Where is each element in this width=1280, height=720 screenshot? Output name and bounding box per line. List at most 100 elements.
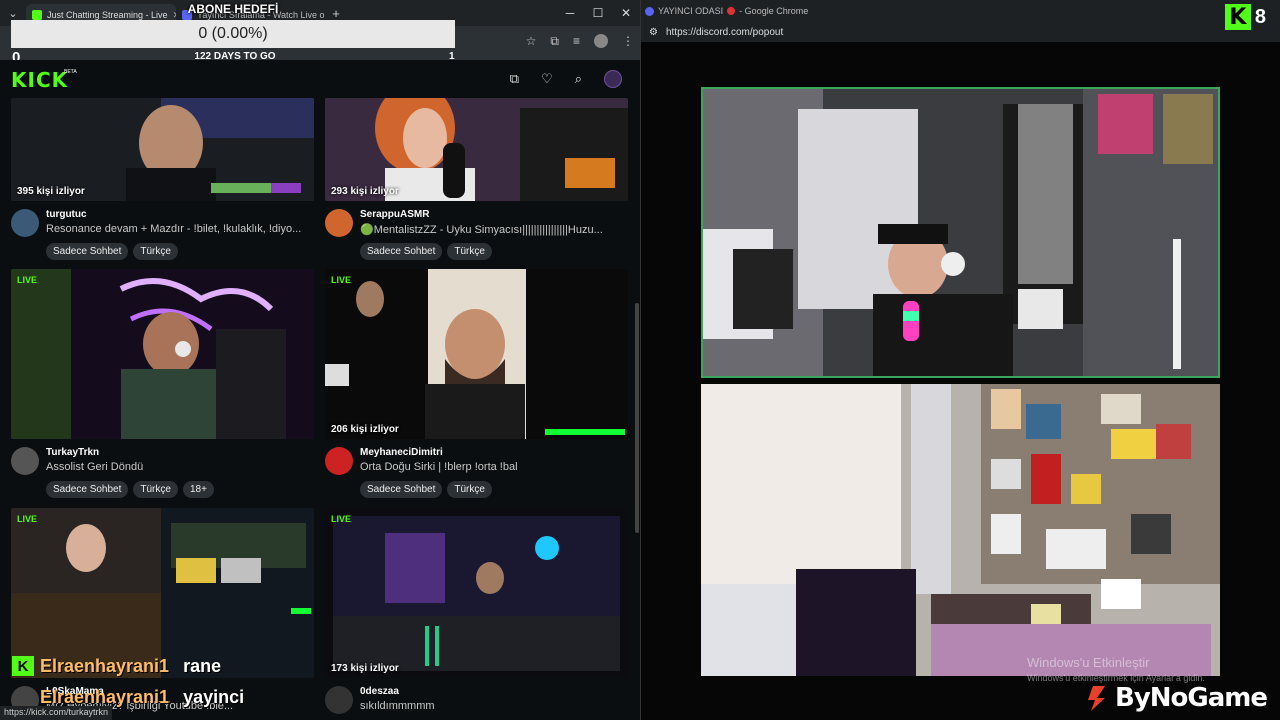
search-icon[interactable]: ⌕ (575, 71, 582, 87)
sub-goal-progress-text: 0 (0.00%) (198, 25, 268, 42)
tag-list: Sadece Sohbet Türkçe 18+ (46, 481, 214, 498)
menu-kebab-icon[interactable]: ⋮ (622, 34, 634, 49)
channel-avatar[interactable] (11, 209, 39, 237)
popout-url: https://discord.com/popout (665, 26, 784, 38)
stream-title[interactable]: Resonance devam + Mazdır - !bilet, !kula… (46, 223, 314, 235)
minimize-icon[interactable]: ─ (556, 6, 584, 20)
channel-avatar[interactable] (325, 209, 353, 237)
status-bar-url: https://kick.com/turkaytrkn (0, 706, 113, 720)
stream-thumbnail[interactable]: LIVE 206 kişi izliyor (325, 269, 628, 439)
maximize-icon[interactable]: ☐ (584, 6, 612, 20)
stream-meta: TurkayTrkn Assolist Geri Döndü Sadece So… (11, 439, 314, 507)
media-control-icon[interactable]: ≡ (573, 34, 580, 49)
kick-counter-value: 8 (1254, 5, 1266, 28)
stream-thumbnail[interactable]: LIVE (11, 269, 314, 439)
channel-name[interactable]: turgutuc (46, 209, 87, 220)
site-settings-icon[interactable]: ⚙ (649, 27, 658, 38)
discord-favicon-icon (645, 6, 654, 16)
stream-title[interactable]: Orta Doğu Sirki | !blerp !orta !bal (360, 461, 628, 473)
channel-name[interactable]: 0deszaa (360, 686, 399, 697)
stream-thumbnail[interactable]: 395 kişi izliyor (11, 98, 314, 201)
viewer-count: 206 kişi izliyor (331, 424, 399, 435)
stream-title[interactable]: 🟢MentalistzZZ - Uyku Simyacısı||||||||||… (360, 223, 628, 236)
profile-avatar-icon[interactable] (594, 34, 608, 48)
alert-suffix: yayinci (183, 686, 245, 707)
channel-avatar[interactable] (325, 686, 353, 714)
viewer-count: 395 kişi izliyor (17, 186, 85, 197)
channel-name[interactable]: SerappuASMR (360, 209, 429, 220)
live-badge: LIVE (17, 514, 38, 524)
windows-activation-subtitle: Windows'u etkinleştirmek için Ayarlar'a … (1027, 673, 1205, 683)
tag[interactable]: Türkçe (133, 481, 178, 498)
tag[interactable]: 18+ (182, 481, 214, 498)
webcam-tile[interactable] (701, 384, 1220, 676)
thumbnail-scene (325, 508, 628, 678)
stream-meta: turgutuc Resonance devam + Mazdır - !bil… (11, 201, 314, 269)
stream-card[interactable]: LIVE 173 kişi izliyor 0deszaa sıkıldımmm… (325, 508, 628, 720)
bynogame-flame-icon (1088, 686, 1105, 711)
tag[interactable]: Sadece Sohbet (360, 481, 443, 498)
channel-avatar[interactable] (11, 447, 39, 475)
stream-thumbnail[interactable]: 293 kişi izliyor (325, 98, 628, 201)
tag[interactable]: Sadece Sohbet (46, 481, 129, 498)
bynogame-logo: ByNoGame (1085, 683, 1268, 713)
live-badge: LIVE (331, 514, 352, 524)
scrollbar-thumb[interactable] (635, 303, 639, 533)
window-app-name: - Google Chrome (739, 6, 809, 16)
right-browser-window: YAYINCI ODASI - Google Chrome ⚙ https://… (641, 0, 1280, 720)
kick-header: KICK BETA ⧉ ♡ ⌕ (0, 60, 640, 98)
toolbar-icons: ☆ ⧉ ≡ ⋮ (526, 34, 634, 49)
window-controls: ─ ☐ ✕ (556, 6, 640, 20)
live-badge: LIVE (17, 275, 38, 285)
window-title: YAYINCI ODASI (658, 6, 724, 16)
stream-card[interactable]: 395 kişi izliyor turgutuc Resonance deva… (11, 98, 314, 269)
discord-title-bar: YAYINCI ODASI - Google Chrome (641, 0, 1280, 22)
kick-beta-label: BETA (64, 69, 77, 75)
stream-meta: MeyhaneciDimitri Orta Doğu Sirki | !bler… (325, 439, 628, 507)
tag-list: Sadece Sohbet Türkçe (46, 243, 178, 260)
heart-icon[interactable]: ♡ (541, 71, 553, 87)
left-browser-window: ⌄ Just Chatting Streaming - Live ✕ Yayın… (0, 0, 640, 720)
webcam-tile-speaking[interactable] (701, 87, 1220, 378)
stream-thumbnail[interactable]: LIVE (11, 508, 314, 678)
tag[interactable]: Sadece Sohbet (360, 243, 443, 260)
bookmark-star-icon[interactable]: ☆ (526, 34, 537, 49)
stream-title[interactable]: Assolist Geri Döndü (46, 461, 314, 473)
bynogame-wordmark: ByNoGame (1115, 683, 1268, 713)
stream-meta: SerappuASMR 🟢MentalistzZZ - Uyku Simyacı… (325, 201, 628, 269)
sub-goal-title: ABONE HEDEFİ (187, 2, 279, 16)
stream-card[interactable]: LIVE 206 kişi izliyor MeyhaneciDimitri O… (325, 269, 628, 507)
following-icon[interactable]: ⧉ (510, 71, 519, 87)
tag-list: Sadece Sohbet Türkçe (360, 243, 492, 260)
stream-thumbnail[interactable]: LIVE 173 kişi izliyor (325, 508, 628, 678)
close-window-icon[interactable]: ✕ (612, 6, 640, 20)
tag[interactable]: Sadece Sohbet (46, 243, 129, 260)
webcam-scene (701, 384, 1220, 676)
user-avatar[interactable] (604, 70, 622, 88)
tag[interactable]: Türkçe (447, 481, 492, 498)
live-dot-icon (727, 7, 736, 15)
sub-alert-overlay: K Elraenhayrani1 rane (12, 654, 312, 678)
popout-address-bar[interactable]: ⚙ https://discord.com/popout (641, 22, 1280, 42)
channel-name[interactable]: TurkayTrkn (46, 447, 99, 458)
page-scrollbar[interactable] (632, 98, 640, 710)
channel-name[interactable]: MeyhaneciDimitri (360, 447, 443, 458)
sub-goal-progress-bar: 0 (0.00%) (11, 20, 455, 48)
tag[interactable]: Türkçe (447, 243, 492, 260)
stream-card[interactable]: 293 kişi izliyor SerappuASMR 🟢Mentalistz… (325, 98, 628, 269)
alert-username: Elraenhayrani1 (40, 655, 170, 676)
tag[interactable]: Türkçe (133, 243, 178, 260)
stream-title[interactable]: sıkıldımmmmm (360, 700, 628, 712)
thumbnail-scene (11, 269, 314, 439)
live-badge: LIVE (331, 275, 352, 285)
channel-avatar[interactable] (325, 447, 353, 475)
kick-header-icons: ⧉ ♡ ⌕ (510, 70, 622, 88)
tag-list: Sadece Sohbet Türkçe (360, 481, 492, 498)
stream-meta: 0deszaa sıkıldımmmmm (325, 678, 628, 720)
kick-counter: K 8 (1224, 4, 1266, 30)
extensions-icon[interactable]: ⧉ (550, 34, 559, 49)
kick-k-icon: K (1224, 4, 1251, 30)
kick-logo[interactable]: KICK (11, 68, 68, 92)
webcam-scene (703, 89, 1218, 376)
stream-card[interactable]: LIVE TurkayTrkn Assolist Geri Döndü Sade… (11, 269, 314, 507)
